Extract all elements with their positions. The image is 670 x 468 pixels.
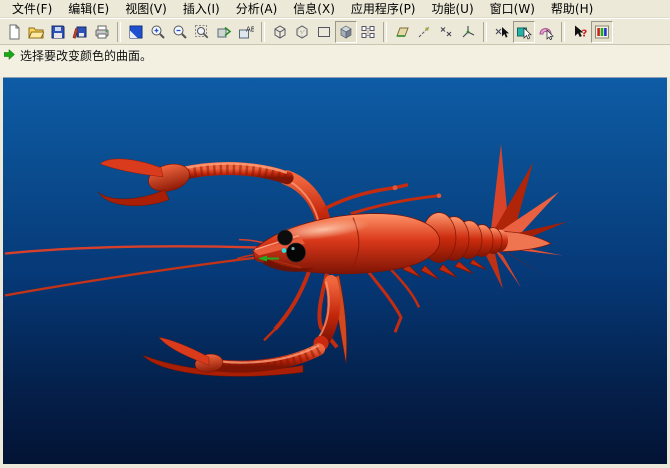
application-window: 文件(F) 编辑(E) 视图(V) 插入(I) 分析(A) 信息(X) 应用程序… <box>0 0 670 468</box>
datum-axes-toggle-button[interactable] <box>413 21 435 43</box>
save-copy-icon <box>72 24 88 40</box>
zoom-out-button[interactable] <box>169 21 191 43</box>
menu-edit[interactable]: 编辑(E) <box>60 0 117 18</box>
color-appearance-icon <box>594 24 610 40</box>
refit-button[interactable] <box>191 21 213 43</box>
menu-analysis[interactable]: 分析(A) <box>228 0 286 18</box>
hidden-line-icon <box>294 24 310 40</box>
coordinate-systems-toggle-button[interactable] <box>457 21 479 43</box>
select-box-icon <box>516 24 532 40</box>
menu-help[interactable]: 帮助(H) <box>543 0 601 18</box>
new-file-icon <box>6 24 22 40</box>
open-file-button[interactable] <box>25 21 47 43</box>
menu-applications[interactable]: 应用程序(P) <box>343 0 424 18</box>
no-hidden-display-button[interactable] <box>313 21 335 43</box>
shaded-display-button[interactable] <box>335 21 357 43</box>
model-tree-toggle-button[interactable] <box>357 21 379 43</box>
menu-file[interactable]: 文件(F) <box>4 0 60 18</box>
menu-view[interactable]: 视图(V) <box>117 0 175 18</box>
spin-center-toggle-button[interactable] <box>491 21 513 43</box>
print-button[interactable] <box>91 21 113 43</box>
save-button[interactable] <box>47 21 69 43</box>
menu-bar: 文件(F) 编辑(E) 视图(V) 插入(I) 分析(A) 信息(X) 应用程序… <box>0 0 670 18</box>
color-appearance-button[interactable] <box>591 21 613 43</box>
svg-text:AB: AB <box>246 25 254 33</box>
datum-axis-icon <box>416 24 432 40</box>
menu-utilities[interactable]: 功能(U) <box>424 0 482 18</box>
appearance-dome-icon <box>538 24 554 40</box>
menu-info[interactable]: 信息(X) <box>285 0 343 18</box>
datum-points-toggle-button[interactable] <box>435 21 457 43</box>
context-help-icon: ? <box>572 24 588 40</box>
lower-legs <box>264 264 419 364</box>
datum-point-icon <box>438 24 454 40</box>
toolbar-separator <box>383 22 387 42</box>
appearance-pick-button[interactable] <box>535 21 557 43</box>
menu-insert[interactable]: 插入(I) <box>175 0 228 18</box>
zoom-in-icon <box>150 24 166 40</box>
lower-claw-arm <box>143 281 334 376</box>
open-folder-icon <box>28 24 44 40</box>
datum-planes-toggle-button[interactable] <box>391 21 413 43</box>
saved-views-button[interactable]: AB <box>235 21 257 43</box>
upper-legs <box>323 185 441 214</box>
wireframe-icon <box>272 24 288 40</box>
graphics-viewport[interactable] <box>3 77 667 464</box>
prompt-arrow-icon <box>4 49 15 60</box>
spin-center-icon <box>494 24 510 40</box>
toolbar-separator <box>117 22 121 42</box>
orient-mode-button[interactable] <box>213 21 235 43</box>
zoom-out-icon <box>172 24 188 40</box>
main-toolbar: AB <box>0 18 670 45</box>
prompt-text: 选择要改变颜色的曲面。 <box>20 47 152 64</box>
orient-mode-icon <box>216 24 232 40</box>
no-hidden-icon <box>316 24 332 40</box>
toolbar-separator <box>483 22 487 42</box>
toolbar-separator <box>561 22 565 42</box>
context-help-button[interactable]: ? <box>569 21 591 43</box>
csys-icon <box>460 24 476 40</box>
save-floppy-icon <box>50 24 66 40</box>
datum-point-marker <box>282 248 287 253</box>
wireframe-display-button[interactable] <box>269 21 291 43</box>
toolbar-separator <box>261 22 265 42</box>
datum-plane-icon <box>394 24 410 40</box>
select-items-button[interactable] <box>513 21 535 43</box>
menu-window[interactable]: 窗口(W) <box>482 0 543 18</box>
hidden-line-display-button[interactable] <box>291 21 313 43</box>
repaint-button[interactable] <box>125 21 147 43</box>
model-tree-icon <box>360 24 376 40</box>
zoom-in-button[interactable] <box>147 21 169 43</box>
save-a-copy-button[interactable] <box>69 21 91 43</box>
svg-text:?: ? <box>582 28 588 39</box>
crayfish-3d-model[interactable] <box>3 78 667 464</box>
shaded-cube-icon <box>338 24 354 40</box>
printer-icon <box>94 24 110 40</box>
refit-icon <box>194 24 210 40</box>
antennae <box>5 240 283 296</box>
repaint-icon <box>128 24 144 40</box>
saved-views-icon: AB <box>238 24 254 40</box>
new-file-button[interactable] <box>3 21 25 43</box>
message-area: 选择要改变颜色的曲面。 <box>0 44 670 77</box>
